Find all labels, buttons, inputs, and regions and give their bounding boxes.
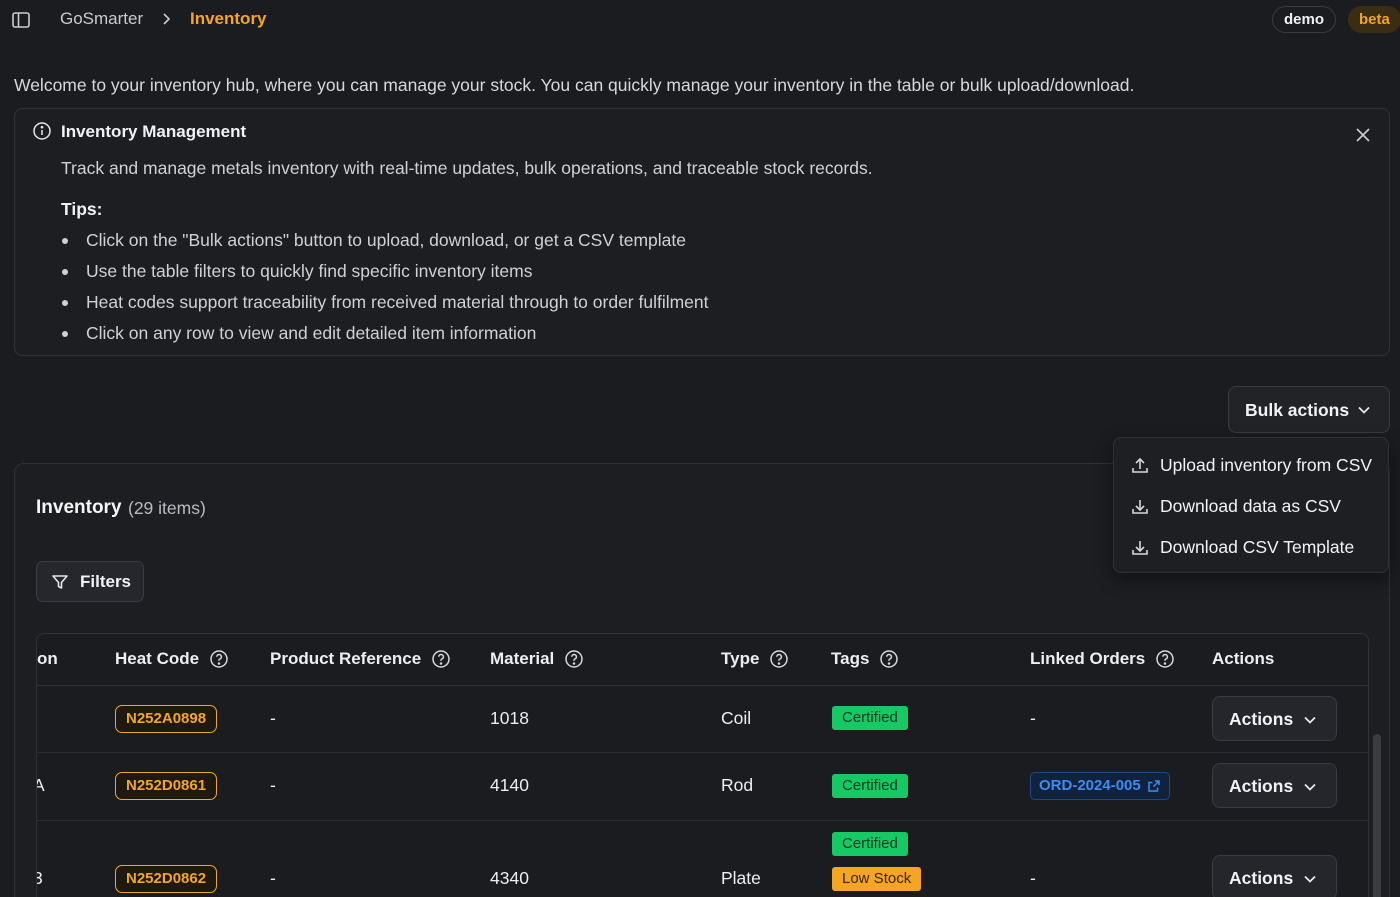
actions-label: Actions: [1229, 709, 1294, 729]
upload-icon: [1130, 456, 1150, 476]
row-divider: [37, 820, 1368, 821]
column-header-heat-code[interactable]: Heat Code: [115, 649, 229, 669]
filter-icon: [51, 573, 69, 591]
menu-item-label: Upload inventory from CSV: [1160, 455, 1373, 475]
material-cell: 4340: [490, 868, 529, 888]
linked-order-cell: -: [1030, 708, 1036, 728]
tips-title: Tips:: [61, 199, 103, 219]
chevron-right-icon: [160, 11, 174, 27]
help-icon: [432, 650, 450, 668]
inventory-table: on Heat Code Product Reference Material …: [36, 633, 1369, 897]
inventory-count: (29 items): [128, 498, 206, 518]
filters-label: Filters: [80, 572, 132, 591]
menu-item-upload-csv[interactable]: Upload inventory from CSV: [1114, 446, 1388, 484]
actions-label: Actions: [1229, 868, 1294, 888]
chevron-down-icon: [1357, 403, 1371, 417]
info-icon: [32, 121, 52, 141]
download-icon: [1130, 497, 1150, 517]
info-description: Track and manage metals inventory with r…: [61, 158, 873, 178]
header-divider: [37, 685, 1368, 686]
linked-order-label: ORD-2024-005: [1039, 777, 1141, 794]
row-divider: [37, 752, 1368, 753]
row-actions-button[interactable]: Actions: [1212, 855, 1337, 897]
download-icon: [1130, 538, 1150, 558]
linked-order-cell: -: [1030, 868, 1036, 888]
location-cell: A: [37, 775, 45, 796]
material-cell: 4140: [490, 775, 529, 795]
demo-badge: demo: [1272, 6, 1337, 33]
info-title: Inventory Management: [61, 122, 247, 141]
bulk-actions-button[interactable]: Bulk actions: [1228, 386, 1390, 433]
tip-item: Click on the "Bulk actions" button to up…: [61, 229, 709, 260]
column-header-linked-orders[interactable]: Linked Orders: [1030, 649, 1175, 669]
table-scrollbar[interactable]: [1371, 734, 1381, 897]
breadcrumb-root[interactable]: GoSmarter: [60, 9, 143, 29]
column-header-actions: Actions: [1212, 649, 1275, 668]
column-header-material[interactable]: Material: [490, 649, 584, 669]
column-header-tags[interactable]: Tags: [831, 649, 899, 669]
tips-list: Click on the "Bulk actions" button to up…: [61, 229, 709, 353]
help-icon: [1156, 650, 1175, 668]
actions-label: Actions: [1229, 776, 1294, 796]
close-icon[interactable]: [1354, 126, 1372, 144]
info-panel: Inventory Management Track and manage me…: [14, 108, 1390, 356]
help-icon: [880, 650, 899, 668]
help-icon: [770, 650, 789, 668]
column-header-product-reference[interactable]: Product Reference: [270, 649, 451, 669]
bulk-actions-menu: Upload inventory from CSV Download data …: [1113, 437, 1389, 573]
chevron-down-icon: [1303, 780, 1317, 794]
chevron-down-icon: [1303, 872, 1317, 886]
chevron-down-icon: [1303, 713, 1317, 727]
menu-item-download-template[interactable]: Download CSV Template: [1114, 528, 1388, 566]
welcome-text: Welcome to your inventory hub, where you…: [14, 75, 1135, 95]
inventory-title: Inventory: [36, 497, 122, 518]
tag-low-stock: Low Stock: [832, 867, 922, 891]
type-cell: Rod: [721, 775, 754, 795]
tip-item: Heat codes support traceability from rec…: [61, 291, 709, 322]
help-icon: [565, 650, 583, 668]
scrollbar-thumb[interactable]: [1373, 734, 1381, 897]
heat-code-badge[interactable]: N252A0898: [115, 705, 218, 733]
material-cell: 1018: [490, 708, 529, 728]
menu-item-label: Download data as CSV: [1160, 496, 1341, 516]
tip-item: Use the table filters to quickly find sp…: [61, 260, 709, 291]
external-link-icon: [1147, 780, 1160, 792]
location-cell: 3: [37, 868, 43, 889]
column-header-location[interactable]: on: [37, 649, 58, 669]
bulk-actions-label: Bulk actions: [1245, 400, 1350, 420]
sidebar-toggle-icon[interactable]: [11, 10, 31, 30]
product-reference-cell: -: [270, 708, 276, 728]
row-actions-button[interactable]: Actions: [1212, 763, 1337, 808]
top-bar: GoSmarter Inventory demo beta: [0, 0, 1400, 40]
breadcrumb-current: Inventory: [190, 9, 267, 28]
beta-badge: beta: [1348, 6, 1400, 33]
tag-certified: Certified: [832, 832, 908, 856]
type-cell: Plate: [721, 868, 761, 888]
menu-item-label: Download CSV Template: [1160, 537, 1355, 557]
menu-item-download-csv[interactable]: Download data as CSV: [1114, 487, 1388, 525]
type-cell: Coil: [721, 708, 752, 728]
product-reference-cell: -: [270, 775, 276, 795]
tag-certified: Certified: [832, 706, 908, 730]
help-icon: [210, 650, 228, 668]
filters-button[interactable]: Filters: [36, 561, 144, 602]
linked-order-link[interactable]: ORD-2024-005: [1030, 772, 1170, 800]
heat-code-badge[interactable]: N252D0862: [115, 865, 218, 893]
row-actions-button[interactable]: Actions: [1212, 696, 1337, 741]
tip-item: Click on any row to view and edit detail…: [61, 322, 709, 353]
product-reference-cell: -: [270, 868, 276, 888]
column-header-type[interactable]: Type: [721, 649, 789, 669]
heat-code-badge[interactable]: N252D0861: [115, 772, 218, 800]
tag-certified: Certified: [832, 774, 908, 798]
